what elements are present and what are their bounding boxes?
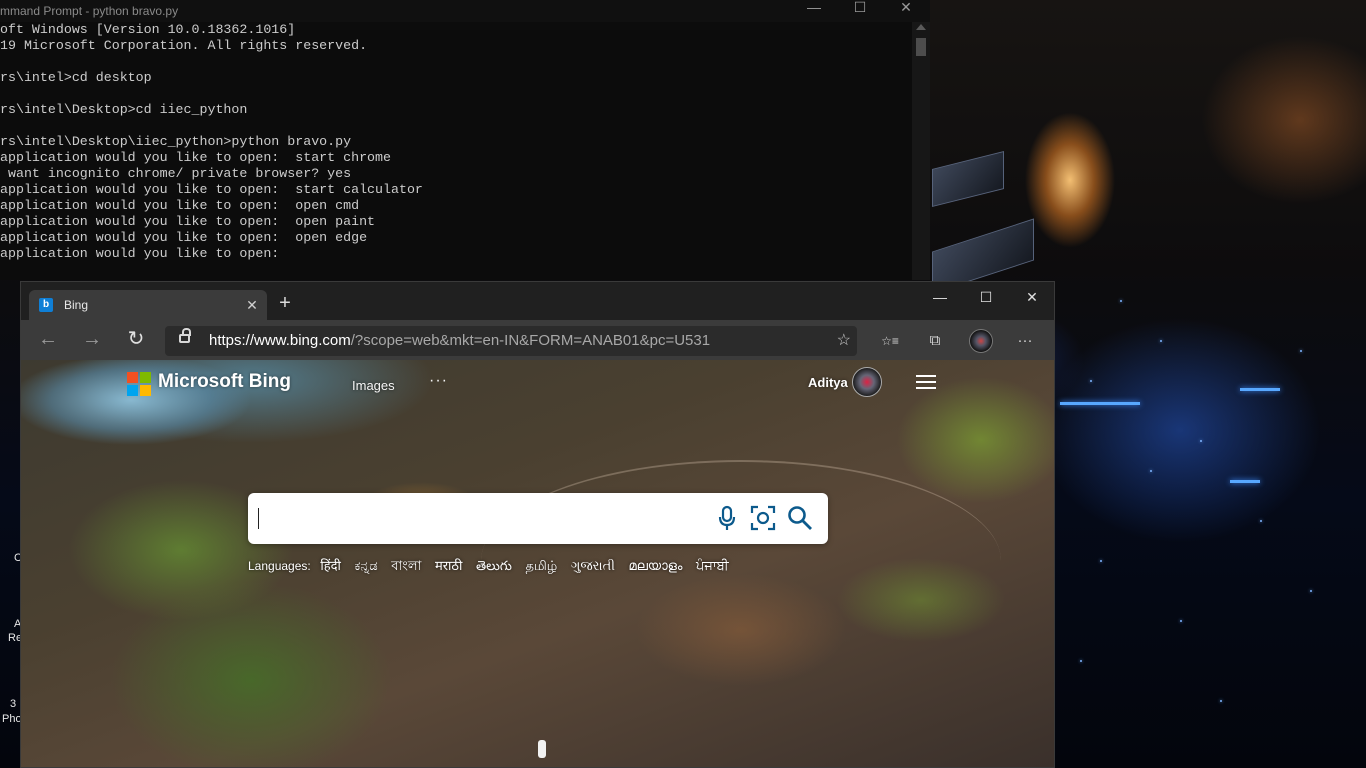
wallpaper-light	[1230, 480, 1260, 483]
language-link-malayalam[interactable]: മലയാളം	[629, 558, 683, 573]
microphone-icon[interactable]	[717, 505, 737, 533]
address-bar[interactable]: https://www.bing.com/?scope=web&mkt=en-I…	[165, 326, 857, 356]
new-tab-button[interactable]: +	[273, 292, 297, 316]
bing-homepage: Microsoft Bing Images ··· Aditya Languag…	[21, 360, 1054, 767]
edge-minimize-button[interactable]: —	[917, 282, 963, 312]
scroll-up-arrow-icon[interactable]	[916, 24, 926, 30]
url-host: https://www.bing.com	[209, 332, 351, 349]
back-button[interactable]: ←	[34, 328, 62, 352]
cmd-window-title: mmand Prompt - python bravo.py	[0, 4, 179, 18]
search-icon[interactable]	[787, 505, 813, 531]
text-caret	[258, 508, 259, 529]
cmd-maximize-button[interactable]: ☐	[837, 0, 883, 22]
language-link-telugu[interactable]: తెలుగు	[476, 558, 512, 573]
url-path: /?scope=web&mkt=en-IN&FORM=ANAB01&pc=U53…	[350, 332, 711, 349]
wallpaper-light	[1060, 402, 1140, 405]
console-line: 19 Microsoft Corporation. All rights res…	[0, 38, 368, 53]
console-line: application would you like to open: open…	[0, 198, 360, 213]
wallpaper-spark	[1120, 300, 1122, 302]
language-link-bengali[interactable]: বাংলা	[391, 558, 421, 573]
edge-browser-window[interactable]: b Bing ✕ + — ☐ ✕ ← → ↻ https://www.bing.…	[20, 281, 1055, 768]
wallpaper-spark	[1180, 620, 1182, 622]
cmd-close-button[interactable]: ✕	[883, 0, 929, 22]
bing-favicon-icon: b	[39, 298, 53, 312]
tab-bing[interactable]: b Bing ✕	[29, 290, 267, 320]
wallpaper-spark	[1080, 660, 1082, 662]
logo-square-blue	[127, 385, 138, 396]
console-line: application would you like to open: open…	[0, 214, 376, 229]
cmd-scrollbar-thumb[interactable]	[916, 38, 926, 56]
collections-icon[interactable]: ⧉	[924, 330, 946, 352]
console-line: want incognito chrome/ private browser? …	[0, 166, 352, 181]
refresh-button[interactable]: ↻	[122, 328, 150, 352]
more-menu-icon[interactable]: ···	[1014, 330, 1036, 352]
images-link[interactable]: Images	[352, 378, 395, 393]
cmd-title-bar[interactable]: mmand Prompt - python bravo.py — ☐ ✕	[0, 0, 930, 22]
visual-search-icon[interactable]	[750, 505, 776, 531]
wallpaper-spark	[1100, 560, 1102, 562]
cmd-scrollbar[interactable]	[912, 22, 930, 280]
search-box[interactable]	[248, 493, 828, 544]
language-link-kannada[interactable]: ಕನ್ನಡ	[355, 558, 378, 573]
console-line: application would you like to open:	[0, 246, 280, 261]
edge-maximize-button[interactable]: ☐	[963, 282, 1009, 312]
profile-avatar[interactable]	[969, 329, 993, 353]
console-line: rs\intel\Desktop\iiec_python>python brav…	[0, 134, 352, 149]
hamburger-menu-icon[interactable]	[916, 375, 936, 389]
user-avatar[interactable]	[852, 367, 882, 397]
lock-icon[interactable]	[179, 328, 191, 343]
wallpaper-spark	[1200, 440, 1202, 442]
add-favorite-star-icon[interactable]: ☆	[837, 330, 851, 350]
edge-close-button[interactable]: ✕	[1009, 282, 1055, 312]
language-link-hindi[interactable]: हिंदी	[320, 558, 341, 573]
language-link-gujarati[interactable]: ગુજરાતી	[571, 558, 615, 573]
url-text[interactable]: https://www.bing.com/?scope=web&mkt=en-I…	[209, 332, 710, 349]
languages-label: Languages:	[248, 559, 311, 573]
logo-square-yellow	[140, 385, 151, 396]
tab-close-button[interactable]: ✕	[243, 296, 261, 314]
microsoft-logo-icon[interactable]	[127, 372, 151, 396]
language-link-tamil[interactable]: தமிழ்	[526, 558, 558, 573]
console-line: application would you like to open: star…	[0, 150, 391, 165]
console-line: oft Windows [Version 10.0.18362.1016]	[0, 22, 296, 37]
more-links-icon[interactable]: ···	[429, 372, 448, 390]
console-line: rs\intel>cd desktop	[0, 70, 152, 85]
languages-bar: Languages: हिंदी ಕನ್ನಡ বাংলা मराठी తెలుగ…	[248, 556, 739, 578]
forward-button[interactable]: →	[78, 328, 106, 352]
command-prompt-window[interactable]: mmand Prompt - python bravo.py — ☐ ✕ oft…	[0, 0, 930, 280]
wallpaper-spark	[1260, 520, 1262, 522]
tab-strip[interactable]: b Bing ✕ + — ☐ ✕	[21, 282, 1054, 320]
language-link-punjabi[interactable]: ਪੰਜਾਬੀ	[696, 558, 729, 573]
wallpaper-spark	[1220, 700, 1222, 702]
wallpaper-spark	[1310, 590, 1312, 592]
tab-title: Bing	[64, 298, 89, 312]
cmd-console-output[interactable]: oft Windows [Version 10.0.18362.1016] 19…	[0, 22, 912, 280]
desktop-icon-label[interactable]: 3	[10, 698, 16, 710]
language-link-marathi[interactable]: मराठी	[435, 558, 462, 573]
console-line: application would you like to open: star…	[0, 182, 423, 197]
wallpaper-ship	[932, 151, 1004, 207]
wallpaper-spark	[1160, 340, 1162, 342]
browser-toolbar: ← → ↻ https://www.bing.com/?scope=web&mk…	[21, 320, 1054, 360]
cmd-minimize-button[interactable]: —	[791, 0, 837, 22]
wallpaper-spark	[1150, 470, 1152, 472]
favorites-icon[interactable]: ☆≡	[879, 330, 901, 352]
bing-brand-name[interactable]: Microsoft Bing	[158, 371, 291, 393]
search-input[interactable]	[258, 503, 698, 533]
console-line: rs\intel\Desktop>cd iiec_python	[0, 102, 248, 117]
wallpaper-spark	[1090, 380, 1092, 382]
wallpaper-light	[1240, 388, 1280, 391]
desktop-icon-label[interactable]: Pho	[2, 713, 22, 725]
logo-square-red	[127, 372, 138, 383]
console-line: application would you like to open: open…	[0, 230, 368, 245]
logo-square-green	[140, 372, 151, 383]
user-name[interactable]: Aditya	[808, 375, 848, 390]
background-car	[538, 740, 546, 758]
wallpaper-spark	[1300, 350, 1302, 352]
